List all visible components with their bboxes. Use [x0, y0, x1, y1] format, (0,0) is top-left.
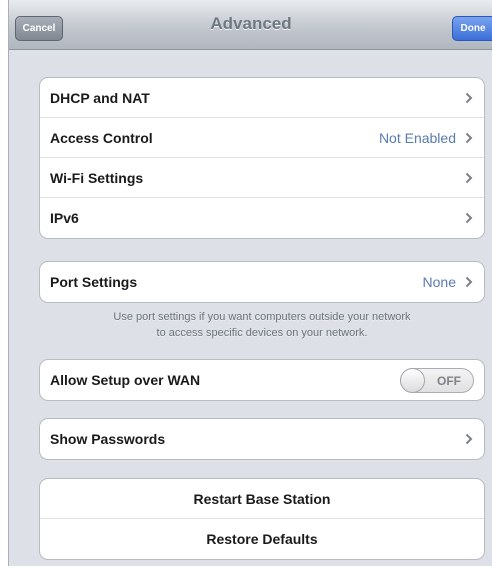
row-label: Wi-Fi Settings	[50, 169, 144, 186]
row-wifi-settings[interactable]: Wi-Fi Settings	[40, 158, 484, 198]
row-label: Show Passwords	[50, 431, 166, 447]
chevron-right-icon	[464, 211, 474, 225]
actions-group: Restart Base Station Restore Defaults	[39, 478, 485, 560]
row-label: Port Settings	[50, 274, 138, 290]
note-line: to access specific devices on your netwo…	[156, 327, 368, 339]
navigation-bar: Cancel Advanced Done	[9, 0, 492, 50]
page-title: Advanced	[210, 14, 292, 33]
row-allow-setup-over-wan: Allow Setup over WAN OFF	[40, 360, 484, 400]
settings-screen: Cancel Advanced Done DHCP and NAT Access…	[8, 0, 492, 566]
chevron-right-icon	[464, 91, 474, 105]
wan-group: Allow Setup over WAN OFF	[39, 359, 485, 401]
row-label: Access Control	[50, 129, 153, 146]
row-label: Restore Defaults	[206, 531, 318, 547]
passwords-group: Show Passwords	[39, 418, 485, 460]
port-settings-value: None	[422, 274, 456, 290]
done-button[interactable]: Done	[452, 16, 492, 41]
row-show-passwords[interactable]: Show Passwords	[40, 419, 484, 459]
network-settings-group: DHCP and NAT Access Control Not Enabled …	[39, 77, 485, 239]
toggle-state-label: OFF	[437, 373, 461, 388]
row-label: IPv6	[50, 210, 79, 226]
chevron-right-icon	[464, 275, 474, 289]
port-settings-note: Use port settings if you want computers …	[39, 309, 485, 341]
chevron-right-icon	[464, 432, 474, 446]
row-label: DHCP and NAT	[50, 89, 150, 106]
access-control-value: Not Enabled	[378, 129, 456, 146]
row-port-settings[interactable]: Port Settings None	[40, 262, 484, 302]
chevron-right-icon	[464, 171, 474, 185]
note-line: Use port settings if you want computers …	[113, 311, 411, 323]
row-label: Allow Setup over WAN	[50, 372, 201, 388]
row-access-control[interactable]: Access Control Not Enabled	[40, 118, 484, 158]
restore-defaults-button[interactable]: Restore Defaults	[40, 519, 484, 559]
toggle-knob	[400, 367, 425, 393]
row-dhcp-and-nat[interactable]: DHCP and NAT	[40, 78, 484, 118]
row-label: Restart Base Station	[193, 490, 331, 507]
port-settings-group: Port Settings None	[39, 261, 485, 303]
row-ipv6[interactable]: IPv6	[40, 198, 484, 238]
wan-toggle-switch[interactable]: OFF	[400, 367, 474, 393]
restart-base-station-button[interactable]: Restart Base Station	[40, 479, 484, 519]
chevron-right-icon	[464, 131, 474, 145]
